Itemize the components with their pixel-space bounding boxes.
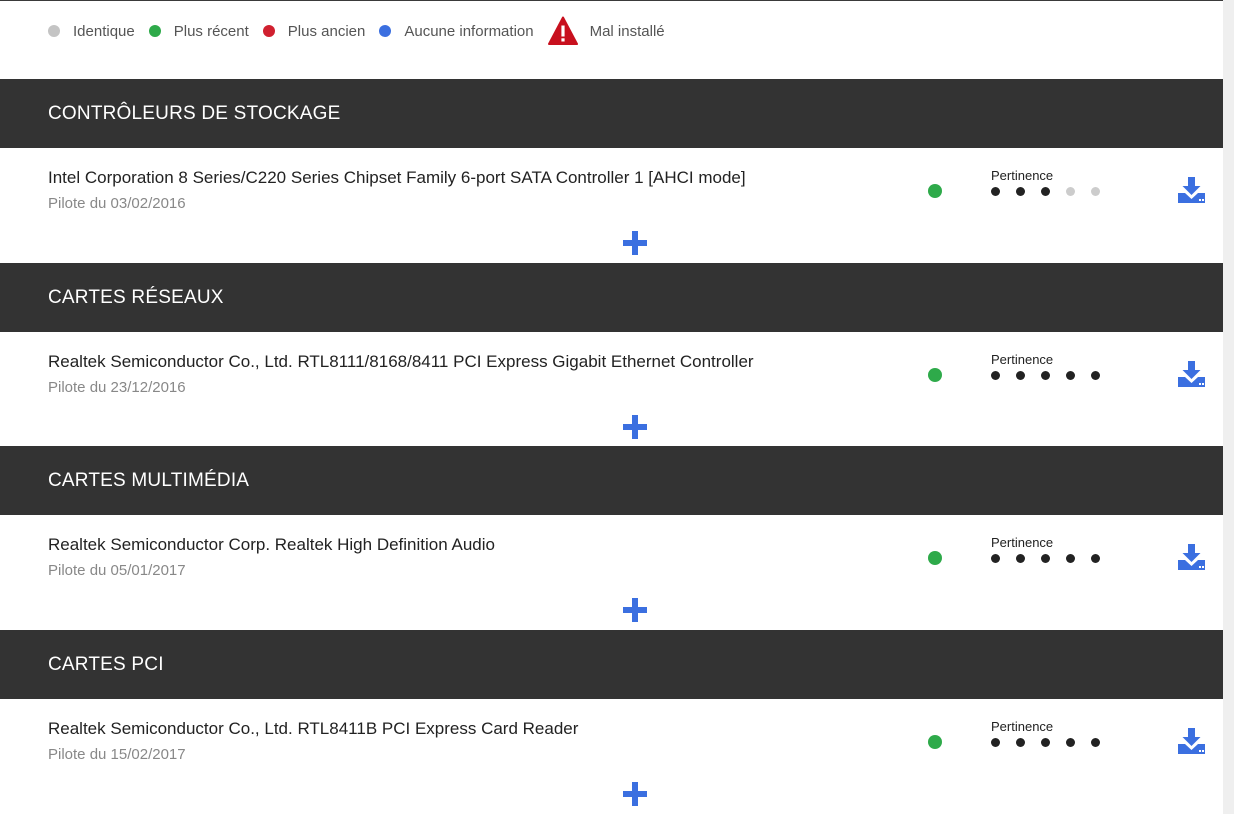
section-header: CONTRÔLEURS DE STOCKAGE	[0, 79, 1223, 148]
rating-dot-filled	[1066, 554, 1075, 563]
pertinence-rating	[991, 554, 1116, 563]
driver-row: Realtek Semiconductor Co., Ltd. RTL8111/…	[0, 332, 1223, 447]
gray-dot-icon	[48, 25, 60, 37]
driver-date: Pilote du 03/02/2016	[48, 195, 186, 212]
rating-dot-filled	[1016, 187, 1025, 196]
status-newer-icon	[928, 184, 942, 198]
driver-name: Intel Corporation 8 Series/C220 Series C…	[48, 168, 746, 187]
rating-dot-empty	[1066, 187, 1075, 196]
legend-identical-label: Identique	[73, 22, 135, 40]
scrollbar[interactable]	[1223, 0, 1234, 814]
pertinence-rating	[991, 187, 1116, 196]
legend-older-label: Plus ancien	[287, 22, 366, 40]
status-newer-icon	[928, 368, 942, 382]
driver-date: Pilote du 05/01/2017	[48, 562, 186, 579]
driver-name: Realtek Semiconductor Co., Ltd. RTL8411B…	[48, 719, 579, 738]
legend-identical: Identique	[48, 23, 135, 40]
plus-icon[interactable]	[623, 782, 647, 806]
rating-dot-filled	[991, 187, 1000, 196]
driver-row: Realtek Semiconductor Co., Ltd. RTL8411B…	[0, 699, 1223, 814]
driver-row: Intel Corporation 8 Series/C220 Series C…	[0, 148, 1223, 263]
rating-dot-filled	[1091, 554, 1100, 563]
status-newer-icon	[928, 735, 942, 749]
rating-dot-filled	[1066, 371, 1075, 380]
legend-older: Plus ancien	[262, 22, 366, 40]
legend-bad-install: Mal installé	[547, 16, 665, 46]
legend-no-info: Aucune information	[379, 22, 534, 40]
plus-icon[interactable]	[623, 598, 647, 622]
status-legend: Identique Plus récent Plus ancien Aucune…	[48, 16, 679, 46]
warning-triangle-icon	[547, 16, 578, 45]
section-header: CARTES MULTIMÉDIA	[0, 446, 1223, 515]
rating-dot-filled	[1041, 554, 1050, 563]
plus-icon[interactable]	[623, 231, 647, 255]
pertinence-rating	[991, 738, 1116, 747]
download-icon[interactable]	[1177, 176, 1206, 204]
driver-date: Pilote du 15/02/2017	[48, 746, 186, 763]
section-multimedia-cards: CARTES MULTIMÉDIA Realtek Semiconductor …	[0, 446, 1223, 630]
rating-dot-filled	[1091, 738, 1100, 747]
legend-newer: Plus récent	[148, 22, 249, 40]
green-dot-icon	[148, 25, 161, 37]
rating-dot-filled	[1016, 371, 1025, 380]
legend-newer-label: Plus récent	[173, 22, 249, 40]
status-newer-icon	[928, 551, 942, 565]
red-dot-icon	[262, 25, 275, 37]
rating-dot-filled	[991, 554, 1000, 563]
rating-dot-filled	[1041, 371, 1050, 380]
rating-dot-filled	[1066, 738, 1075, 747]
rating-dot-filled	[1016, 554, 1025, 563]
download-icon[interactable]	[1177, 727, 1206, 755]
section-pci-cards: CARTES PCI Realtek Semiconductor Co., Lt…	[0, 630, 1223, 814]
pertinence-label: Pertinence	[991, 719, 1054, 734]
download-icon[interactable]	[1177, 543, 1206, 571]
section-header: CARTES PCI	[0, 630, 1223, 699]
blue-dot-icon	[379, 25, 392, 37]
section-header: CARTES RÉSEAUX	[0, 263, 1223, 332]
driver-name: Realtek Semiconductor Co., Ltd. RTL8111/…	[48, 352, 754, 371]
legend-bad-install-label: Mal installé	[589, 22, 665, 40]
section-network-cards: CARTES RÉSEAUX Realtek Semiconductor Co.…	[0, 263, 1223, 447]
pertinence-rating	[991, 371, 1116, 380]
section-storage-controllers: CONTRÔLEURS DE STOCKAGE Intel Corporatio…	[0, 79, 1223, 263]
top-divider	[0, 0, 1223, 1]
legend-no-info-label: Aucune information	[404, 22, 534, 40]
rating-dot-empty	[1091, 187, 1100, 196]
driver-date: Pilote du 23/12/2016	[48, 379, 186, 396]
rating-dot-filled	[1016, 738, 1025, 747]
rating-dot-filled	[991, 371, 1000, 380]
driver-name: Realtek Semiconductor Corp. Realtek High…	[48, 535, 495, 554]
driver-row: Realtek Semiconductor Corp. Realtek High…	[0, 515, 1223, 630]
pertinence-label: Pertinence	[991, 168, 1054, 183]
pertinence-label: Pertinence	[991, 352, 1054, 367]
plus-icon[interactable]	[623, 415, 647, 439]
download-icon[interactable]	[1177, 360, 1206, 388]
rating-dot-filled	[1041, 738, 1050, 747]
rating-dot-filled	[1091, 371, 1100, 380]
pertinence-label: Pertinence	[991, 535, 1054, 550]
rating-dot-filled	[1041, 187, 1050, 196]
rating-dot-filled	[991, 738, 1000, 747]
